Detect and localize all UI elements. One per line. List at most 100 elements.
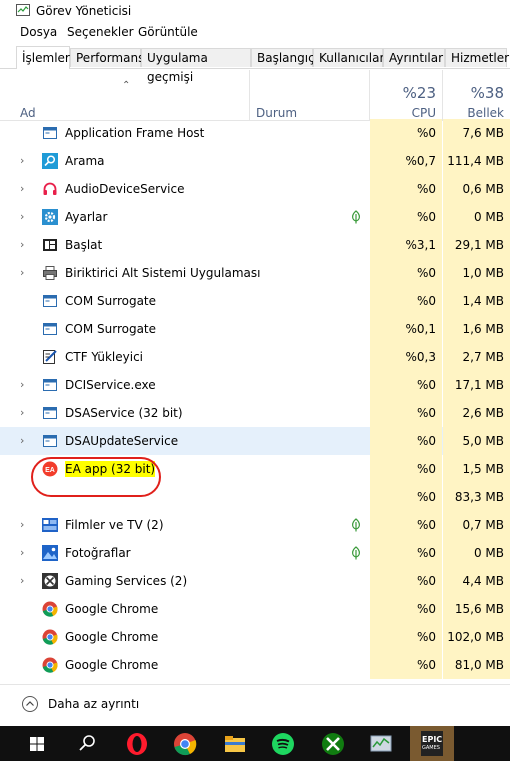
table-row[interactable]: Google Chrome %0 102,0 MB (0, 623, 510, 651)
cpu-cell: %0,7 (370, 147, 442, 175)
chevron-up-icon[interactable] (22, 696, 38, 712)
cpu-total[interactable]: %23 (370, 84, 436, 102)
tab-performance[interactable]: Performans (70, 48, 144, 67)
memory-cell: 102,0 MB (443, 623, 510, 651)
chevron-right-icon[interactable]: › (20, 518, 30, 532)
chevron-right-icon[interactable]: › (20, 154, 30, 168)
spotify-icon[interactable] (270, 731, 296, 757)
process-name: Google Chrome (65, 630, 159, 644)
search-icon[interactable] (74, 731, 100, 757)
column-name[interactable]: Ad (20, 106, 36, 120)
table-row[interactable]: › Gaming Services (2) %0 4,4 MB (0, 567, 510, 595)
table-row[interactable]: › Biriktirici Alt Sistemi Uygulaması %0 1,0… (0, 259, 510, 287)
table-row[interactable]: › DCIService.exe %0 17,1 MB (0, 371, 510, 399)
opera-icon[interactable] (124, 731, 150, 757)
chevron-right-icon[interactable]: › (20, 546, 30, 560)
chevron-right-icon[interactable]: › (20, 574, 30, 588)
table-row[interactable]: › Fotoğraflar %0 0 MB (0, 539, 510, 567)
memory-total[interactable]: %38 (443, 84, 504, 102)
xbox-icon[interactable] (320, 731, 346, 757)
sort-caret-icon[interactable]: ⌃ (122, 80, 130, 91)
menu-options[interactable]: Seçenekler (67, 25, 134, 39)
menu-file[interactable]: Dosya (20, 25, 57, 39)
pen-icon (43, 350, 57, 364)
tab-startup[interactable]: Başlangıç (251, 48, 315, 67)
process-name: DCIService.exe (65, 378, 156, 392)
table-row[interactable]: › Arama %0,7 111,4 MB (0, 147, 510, 175)
table-row[interactable]: CTF Yükleyici %0,3 2,7 MB (0, 343, 510, 371)
chevron-right-icon[interactable]: › (20, 266, 30, 280)
memory-cell: 1,0 MB (443, 259, 510, 287)
taskbar: EPIC GAMES (0, 726, 510, 761)
memory-cell: 29,1 MB (443, 231, 510, 259)
window-icon (43, 407, 57, 419)
xbox-icon (42, 573, 58, 589)
annotation-circle (31, 457, 161, 497)
memory-cell: 111,4 MB (443, 147, 510, 175)
cpu-cell: %0 (370, 539, 442, 567)
tab-details[interactable]: Ayrıntılar (383, 48, 445, 67)
cpu-cell: %0 (370, 203, 442, 231)
title-bar: Görev Yöneticisi (0, 0, 510, 20)
cpu-cell: %0,3 (370, 343, 442, 371)
tab-processes[interactable]: İşlemler (16, 46, 70, 69)
table-row[interactable]: › Başlat %3,1 29,1 MB (0, 231, 510, 259)
chevron-right-icon[interactable]: › (20, 238, 30, 252)
cpu-cell: %0 (370, 623, 442, 651)
epic-games-icon[interactable]: EPIC GAMES (410, 726, 454, 761)
table-row[interactable]: COM Surrogate %0,1 1,6 MB (0, 315, 510, 343)
memory-cell: 1,5 MB (443, 455, 510, 483)
memory-cell: 81,0 MB (443, 651, 510, 679)
suspended-leaf-icon (352, 546, 360, 560)
task-manager-icon (16, 4, 30, 16)
cpu-cell: %0 (370, 455, 442, 483)
cpu-cell: %0 (370, 651, 442, 679)
tab-services[interactable]: Hizmetler (445, 48, 509, 67)
chrome-icon (42, 629, 58, 645)
photo-icon (42, 545, 58, 561)
column-status[interactable]: Durum (256, 106, 297, 120)
table-row[interactable]: › AudioDeviceService %0 0,6 MB (0, 175, 510, 203)
windows-start-icon[interactable] (24, 731, 50, 757)
table-row[interactable]: › Filmler ve TV (2) %0 0,7 MB (0, 511, 510, 539)
cpu-cell: %0,1 (370, 315, 442, 343)
process-name: Arama (65, 154, 105, 168)
table-row[interactable]: COM Surrogate %0 1,4 MB (0, 287, 510, 315)
file-explorer-icon[interactable] (222, 731, 248, 757)
chrome-icon[interactable] (172, 731, 198, 757)
table-row[interactable]: › DSAUpdateService %0 5,0 MB (0, 427, 510, 455)
memory-cell: 0,7 MB (443, 511, 510, 539)
process-name: Gaming Services (2) (65, 574, 188, 588)
cpu-cell: %0 (370, 119, 442, 147)
menu-view[interactable]: Görüntüle (138, 25, 198, 39)
table-row[interactable]: › DSAService (32 bit) %0 2,6 MB (0, 399, 510, 427)
table-row[interactable]: › Ayarlar %0 0 MB (0, 203, 510, 231)
table-row[interactable]: Application Frame Host %0 7,6 MB (0, 119, 510, 147)
cpu-cell: %3,1 (370, 231, 442, 259)
start-icon (43, 239, 57, 251)
chrome-icon (42, 601, 58, 617)
chevron-right-icon[interactable]: › (20, 378, 30, 392)
chevron-right-icon[interactable]: › (20, 406, 30, 420)
column-divider[interactable] (249, 70, 250, 120)
tab-users[interactable]: Kullanıcılar (313, 48, 384, 67)
process-name: Başlat (65, 238, 103, 252)
table-row[interactable]: Google Chrome %0 15,6 MB (0, 595, 510, 623)
process-name: Google Chrome (65, 602, 159, 616)
column-memory[interactable]: Bellek (443, 106, 504, 120)
memory-cell: 1,6 MB (443, 315, 510, 343)
cpu-cell: %0 (370, 287, 442, 315)
printer-icon (43, 266, 57, 280)
process-name: COM Surrogate (65, 322, 157, 336)
memory-cell: 2,6 MB (443, 399, 510, 427)
chevron-right-icon[interactable]: › (20, 210, 30, 224)
column-cpu[interactable]: CPU (370, 106, 436, 120)
gear-icon (42, 209, 58, 225)
chevron-right-icon[interactable]: › (20, 182, 30, 196)
window-icon (43, 379, 57, 391)
fewer-details-link[interactable]: Daha az ayrıntı (48, 697, 139, 711)
table-row[interactable]: Google Chrome %0 81,0 MB (0, 651, 510, 679)
task-manager-taskbar-icon[interactable] (368, 731, 394, 757)
tab-app-history[interactable]: Uygulama geçmişi (141, 48, 251, 84)
chevron-right-icon[interactable]: › (20, 434, 30, 448)
